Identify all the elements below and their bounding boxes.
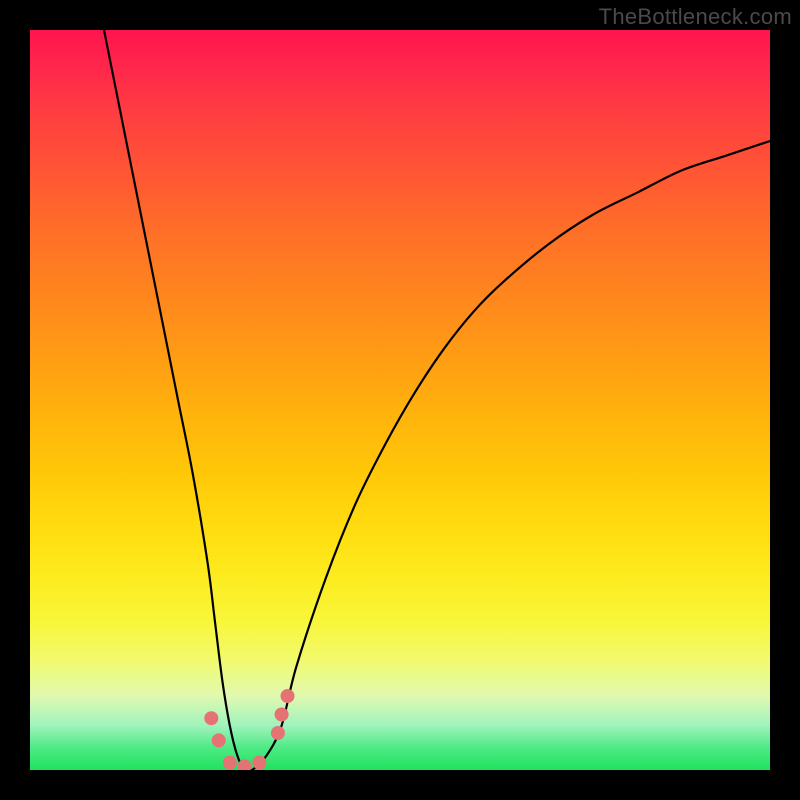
chart-frame: TheBottleneck.com: [0, 0, 800, 800]
curve-line: [104, 30, 770, 770]
curve-marker: [275, 708, 289, 722]
watermark-text: TheBottleneck.com: [599, 4, 792, 30]
curve-marker: [252, 756, 266, 770]
curve-marker: [271, 726, 285, 740]
plot-area: [30, 30, 770, 770]
curve-markers: [204, 689, 294, 770]
bottleneck-curve: [30, 30, 770, 770]
curve-marker: [204, 711, 218, 725]
curve-marker: [212, 733, 226, 747]
curve-marker: [281, 689, 295, 703]
curve-marker: [223, 756, 237, 770]
